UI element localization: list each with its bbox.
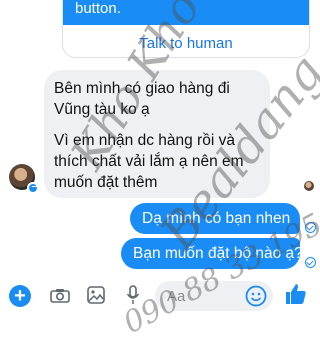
talk-to-human-button[interactable]: Talk to human (63, 35, 309, 52)
like-icon[interactable] (284, 282, 308, 306)
sent-check-icon (305, 257, 316, 268)
message-input-placeholder: Aa (167, 288, 186, 305)
seen-avatar (304, 181, 314, 191)
sent-check-icon (305, 222, 316, 233)
emoji-icon[interactable] (245, 285, 267, 307)
outgoing-message-bubble: Bạn muốn đặt bộ nào ạ? (121, 238, 303, 269)
message-line: Vũng tàu ko ạ (54, 101, 150, 118)
card-button-strip[interactable]: button. (63, 0, 309, 25)
message-composer: + Aa (0, 276, 320, 320)
card-button-label: button. (75, 0, 121, 17)
outgoing-message-bubble: Dạ mình có bạn nhen (130, 203, 300, 234)
message-input[interactable]: Aa (155, 281, 273, 311)
message-line: muốn đặt thêm (54, 174, 158, 191)
incoming-message-bubble: Bên mình có giao hàng đi Vũng tàu ko ạ V… (44, 70, 270, 198)
camera-icon[interactable] (50, 288, 70, 303)
chat-screen: button. Talk to human Bên mình có giao h… (0, 0, 320, 341)
message-line: Bên mình có giao hàng đi (54, 80, 230, 97)
plus-icon[interactable]: + (9, 285, 31, 307)
message-line: thích chất vải lắm ạ nên em (54, 153, 244, 170)
message-line: Vì em nhận dc hàng rồi và (54, 132, 235, 149)
microphone-icon[interactable] (126, 285, 140, 305)
bot-reply-card: button. Talk to human (62, 0, 310, 58)
photo-icon[interactable] (87, 286, 105, 304)
messenger-badge-icon (27, 182, 39, 194)
